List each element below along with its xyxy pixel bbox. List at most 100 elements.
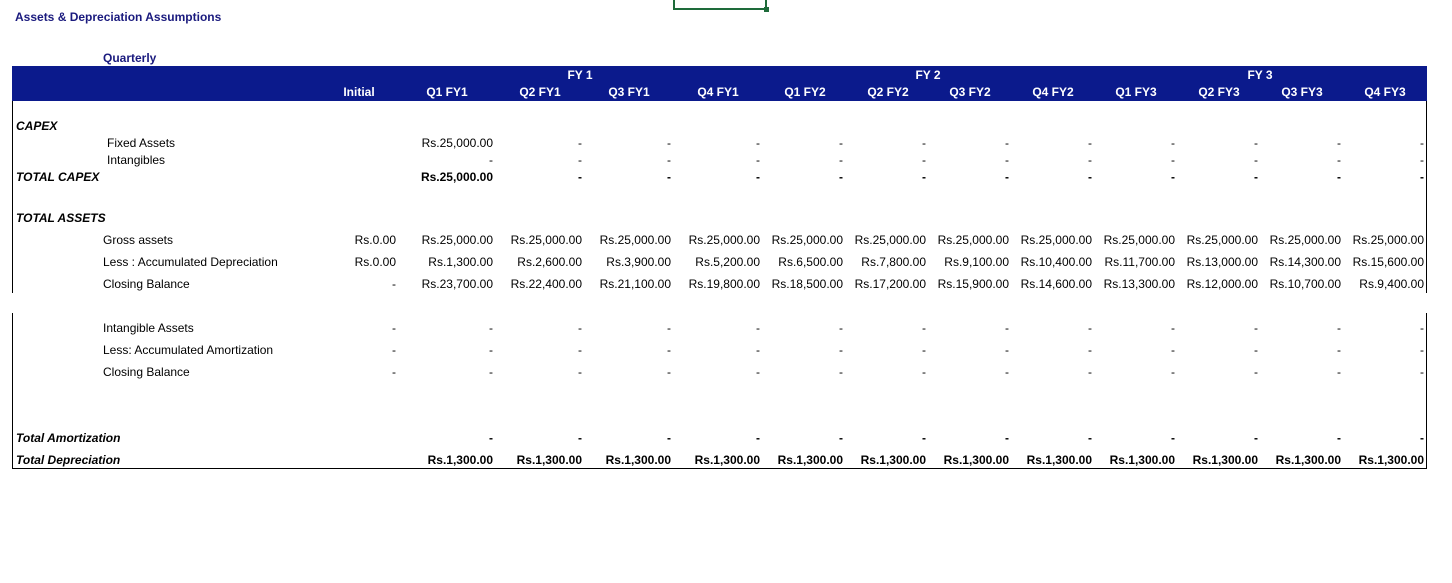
table-cell: - bbox=[922, 153, 926, 167]
table-cell: - bbox=[1420, 365, 1424, 379]
table-cell: - bbox=[1254, 431, 1258, 445]
row-label: Gross assets bbox=[103, 233, 174, 247]
table-cell: - bbox=[392, 365, 396, 379]
table-cell: Rs.25,000.00 bbox=[1020, 233, 1092, 247]
table-cell: Rs.1,300.00 bbox=[777, 453, 843, 467]
table-cell: - bbox=[667, 153, 671, 167]
table-cell: Rs.1,300.00 bbox=[1109, 453, 1175, 467]
table-cell: Rs.25,000.00 bbox=[510, 233, 582, 247]
table-cell: - bbox=[1088, 170, 1092, 184]
table-cell: - bbox=[756, 431, 760, 445]
row-label: Closing Balance bbox=[103, 365, 190, 379]
table-cell: - bbox=[1337, 343, 1341, 357]
table-cell: - bbox=[1005, 153, 1009, 167]
row-label: Intangibles bbox=[107, 153, 166, 167]
row-label: TOTAL CAPEX bbox=[16, 170, 100, 184]
table-cell: - bbox=[392, 277, 396, 291]
table-cell: Rs.17,200.00 bbox=[854, 277, 926, 291]
table-cell: Rs.1,300.00 bbox=[1275, 453, 1341, 467]
table-cell: Rs.25,000.00 bbox=[854, 233, 926, 247]
table-cell: Rs.25,000.00 bbox=[1269, 233, 1341, 247]
table-cell: Rs.13,300.00 bbox=[1103, 277, 1175, 291]
table-cell: - bbox=[392, 343, 396, 357]
table-cell: - bbox=[1254, 321, 1258, 335]
table-cell: - bbox=[489, 365, 493, 379]
table-cell: Rs.0.00 bbox=[354, 255, 396, 269]
table-cell: - bbox=[578, 431, 582, 445]
table-cell: Rs.1,300.00 bbox=[427, 453, 493, 467]
table-cell: Rs.25,000.00 bbox=[1186, 233, 1258, 247]
row-label: Fixed Assets bbox=[107, 136, 176, 150]
table-cell: - bbox=[1005, 321, 1009, 335]
table-cell: - bbox=[1254, 343, 1258, 357]
table-cell: - bbox=[667, 136, 671, 150]
table-cell: - bbox=[1254, 136, 1258, 150]
table-cell: - bbox=[756, 136, 760, 150]
fy-group-header: FY 2 bbox=[915, 68, 941, 82]
column-header: Q4 FY2 bbox=[1032, 85, 1074, 99]
column-header: Q4 FY3 bbox=[1364, 85, 1406, 99]
table-cell: Rs.14,600.00 bbox=[1020, 277, 1092, 291]
table-cell: - bbox=[1171, 431, 1175, 445]
table-cell: Rs.15,600.00 bbox=[1352, 255, 1424, 269]
table-cell: Rs.25,000.00 bbox=[421, 136, 493, 150]
table-cell: - bbox=[839, 343, 843, 357]
table-cell: - bbox=[667, 343, 671, 357]
column-header: Initial bbox=[343, 85, 375, 99]
active-cell-cursor[interactable] bbox=[673, 0, 769, 12]
table-cell: - bbox=[667, 170, 671, 184]
row-gap bbox=[10, 293, 1430, 313]
table-cell: - bbox=[839, 321, 843, 335]
table-cell: - bbox=[1005, 136, 1009, 150]
table-cell: Rs.25,000.00 bbox=[688, 233, 760, 247]
table-cell: - bbox=[1337, 365, 1341, 379]
table-cell: - bbox=[1171, 136, 1175, 150]
table-cell: - bbox=[922, 321, 926, 335]
table-cell: Rs.15,900.00 bbox=[937, 277, 1009, 291]
table-cell: Rs.14,300.00 bbox=[1269, 255, 1341, 269]
row-label: Intangible Assets bbox=[103, 321, 194, 335]
table-cell: - bbox=[1337, 153, 1341, 167]
column-header: Q1 FY2 bbox=[784, 85, 826, 99]
table-cell: - bbox=[578, 365, 582, 379]
table-cell: Rs.25,000.00 bbox=[937, 233, 1009, 247]
column-header: Q2 FY1 bbox=[519, 85, 561, 99]
table-cell: Rs.25,000.00 bbox=[420, 170, 493, 184]
table-cell: Rs.19,800.00 bbox=[688, 277, 760, 291]
table-cell: Rs.1,300.00 bbox=[1192, 453, 1258, 467]
table-cell: - bbox=[392, 321, 396, 335]
table-cell: - bbox=[1088, 431, 1092, 445]
column-header: Q4 FY1 bbox=[697, 85, 739, 99]
table-cell: Rs.25,000.00 bbox=[599, 233, 671, 247]
table-cell: - bbox=[489, 431, 493, 445]
table-cell: - bbox=[667, 321, 671, 335]
table-cell: - bbox=[489, 321, 493, 335]
table-cell: - bbox=[756, 343, 760, 357]
table-cell: Rs.1,300.00 bbox=[1358, 453, 1424, 467]
table-cell: - bbox=[922, 431, 926, 445]
table-cell: - bbox=[1420, 170, 1424, 184]
sheet-title: Assets & Depreciation Assumptions bbox=[15, 10, 222, 24]
table-cell: - bbox=[839, 365, 843, 379]
row-label: TOTAL ASSETS bbox=[16, 211, 106, 225]
row-label: Closing Balance bbox=[103, 277, 190, 291]
table-cell: - bbox=[922, 343, 926, 357]
table-cell: Rs.3,900.00 bbox=[606, 255, 671, 269]
table-cell: - bbox=[1337, 431, 1341, 445]
table-cell: - bbox=[1088, 365, 1092, 379]
table-cell: Rs.23,700.00 bbox=[421, 277, 493, 291]
table-cell: Rs.25,000.00 bbox=[1103, 233, 1175, 247]
table-cell: - bbox=[578, 170, 582, 184]
table-cell: - bbox=[1420, 321, 1424, 335]
table-cell: - bbox=[1088, 153, 1092, 167]
table-cell: Rs.22,400.00 bbox=[510, 277, 582, 291]
table-cell: - bbox=[839, 136, 843, 150]
table-cell: Rs.18,500.00 bbox=[771, 277, 843, 291]
table-cell: - bbox=[489, 153, 493, 167]
table-cell: - bbox=[756, 321, 760, 335]
table-cell: - bbox=[1005, 431, 1009, 445]
table-cell: - bbox=[1337, 170, 1341, 184]
table-cell: Rs.25,000.00 bbox=[771, 233, 843, 247]
table-cell: - bbox=[839, 170, 843, 184]
table-cell: - bbox=[1420, 343, 1424, 357]
